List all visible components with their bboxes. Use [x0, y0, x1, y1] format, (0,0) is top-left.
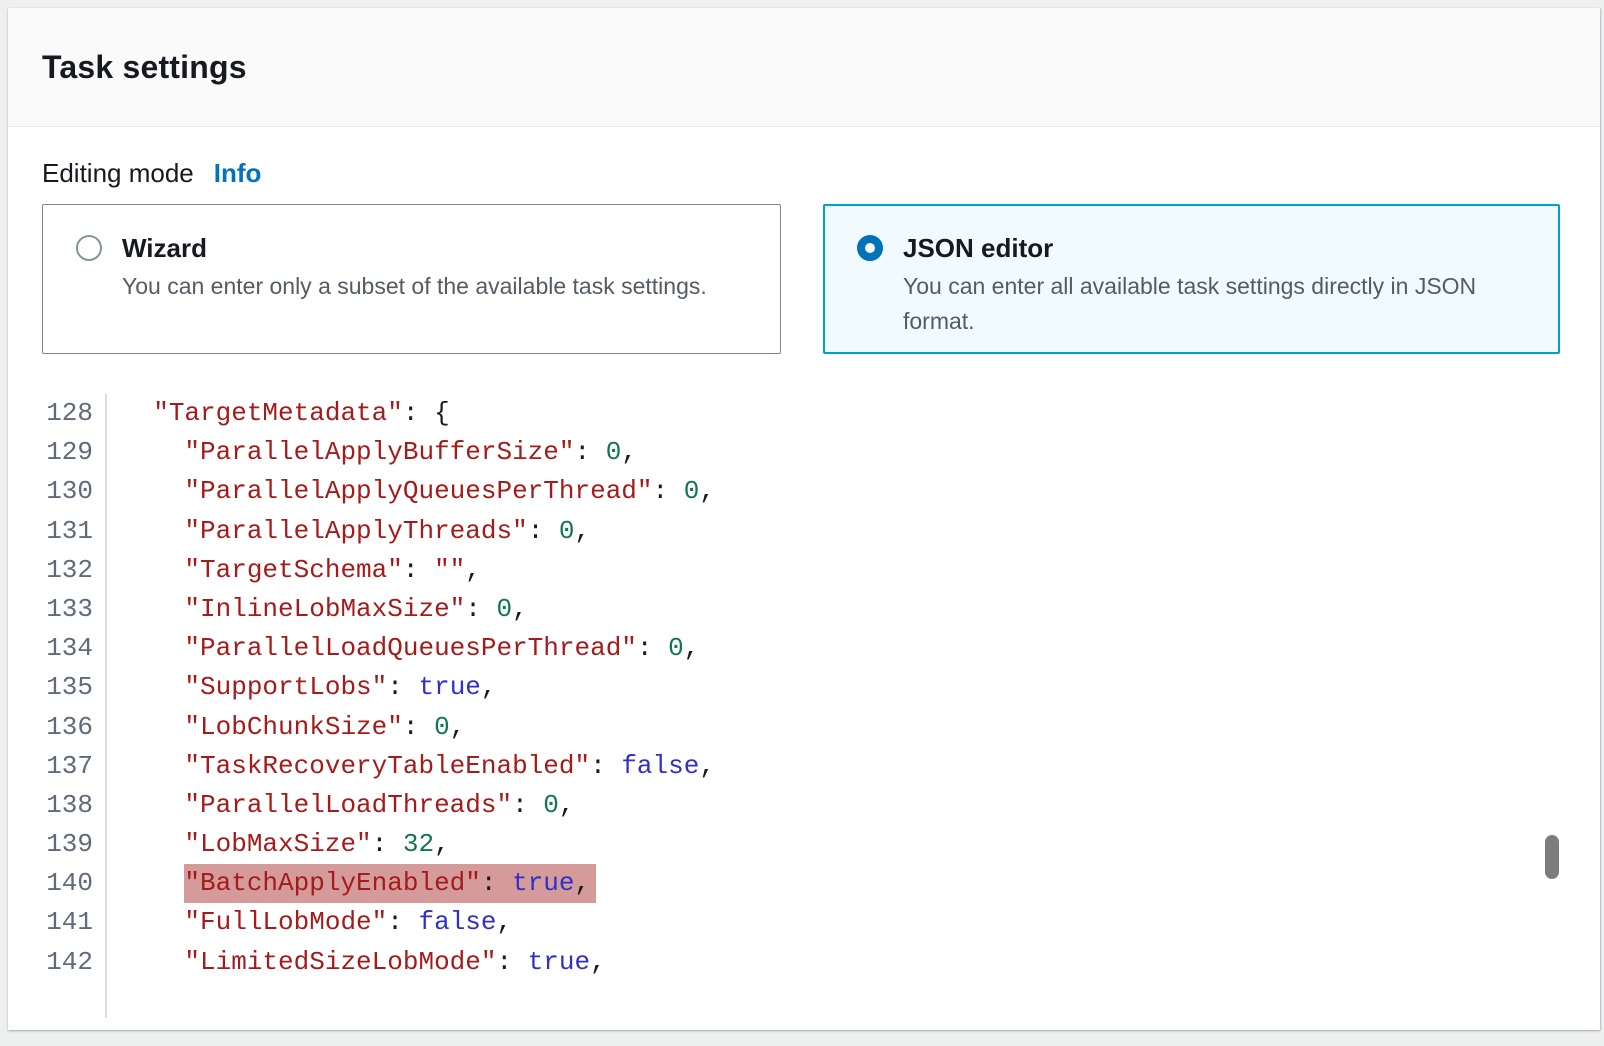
line-number: 138	[42, 786, 105, 825]
wizard-option-description: You can enter only a subset of the avail…	[122, 269, 707, 304]
code-text[interactable]: "ParallelApplyBufferSize": 0,	[105, 433, 637, 472]
panel-header: Task settings	[8, 8, 1600, 127]
line-number: 132	[42, 551, 105, 590]
editing-mode-row: Editing mode Info	[42, 158, 1568, 189]
line-number: 139	[42, 825, 105, 864]
scrollbar-thumb[interactable]	[1545, 835, 1559, 879]
code-line[interactable]: 138 "ParallelLoadThreads": 0,	[42, 786, 1568, 825]
code-text[interactable]: "ParallelApplyThreads": 0,	[105, 512, 590, 551]
panel-content: Editing mode Info Wizard You can enter o…	[8, 158, 1600, 1018]
code-line[interactable]: 129 "ParallelApplyBufferSize": 0,	[42, 433, 1568, 472]
editing-mode-options: Wizard You can enter only a subset of th…	[42, 204, 1568, 354]
code-text[interactable]: "ParallelLoadQueuesPerThread": 0,	[105, 629, 699, 668]
code-text[interactable]: "TargetSchema": "",	[105, 551, 481, 590]
code-line[interactable]: 137 "TaskRecoveryTableEnabled": false,	[42, 747, 1568, 786]
json-editor-option-description: You can enter all available task setting…	[903, 269, 1523, 339]
line-number: 136	[42, 708, 105, 747]
code-text[interactable]: "LobMaxSize": 32,	[105, 825, 450, 864]
json-editor-option-card[interactable]: JSON editor You can enter all available …	[823, 204, 1560, 354]
code-line[interactable]: 128 "TargetMetadata": {	[42, 394, 1568, 433]
line-number: 142	[42, 943, 105, 982]
wizard-option-card[interactable]: Wizard You can enter only a subset of th…	[42, 204, 781, 354]
line-number: 129	[42, 433, 105, 472]
line-number: 141	[42, 903, 105, 942]
json-editor-option-title: JSON editor	[903, 231, 1523, 265]
info-link[interactable]: Info	[214, 158, 262, 189]
code-text[interactable]: "ParallelLoadThreads": 0,	[105, 786, 575, 825]
highlighted-code[interactable]: "BatchApplyEnabled": true,	[184, 864, 596, 903]
code-line[interactable]: 135 "SupportLobs": true,	[42, 668, 1568, 707]
code-line[interactable]: 139 "LobMaxSize": 32,	[42, 825, 1568, 864]
gutter-divider	[105, 394, 107, 1018]
code-text[interactable]: "SupportLobs": true,	[105, 668, 497, 707]
code-line[interactable]: 140 "BatchApplyEnabled": true,	[42, 864, 1568, 903]
code-text[interactable]: "LimitedSizeLobMode": true,	[105, 943, 606, 982]
line-number: 128	[42, 394, 105, 433]
code-text[interactable]: "FullLobMode": false,	[105, 903, 512, 942]
code-text[interactable]: "InlineLobMaxSize": 0,	[105, 590, 528, 629]
code-line[interactable]: 130 "ParallelApplyQueuesPerThread": 0,	[42, 472, 1568, 511]
line-number: 137	[42, 747, 105, 786]
code-text[interactable]: "TargetMetadata": {	[105, 394, 450, 433]
code-line[interactable]: 131 "ParallelApplyThreads": 0,	[42, 512, 1568, 551]
line-number: 134	[42, 629, 105, 668]
editing-mode-label: Editing mode	[42, 158, 194, 189]
task-settings-panel: Task settings Editing mode Info Wizard Y…	[8, 8, 1600, 1030]
code-line[interactable]: 132 "TargetSchema": "",	[42, 551, 1568, 590]
wizard-option-title: Wizard	[122, 231, 707, 265]
line-number: 135	[42, 668, 105, 707]
code-text[interactable]: "TaskRecoveryTableEnabled": false,	[105, 747, 715, 786]
code-line[interactable]: 142 "LimitedSizeLobMode": true,	[42, 943, 1568, 982]
code-text[interactable]: "BatchApplyEnabled": true,	[105, 864, 596, 903]
code-line[interactable]: 136 "LobChunkSize": 0,	[42, 708, 1568, 747]
json-editor-radio-button[interactable]	[857, 235, 883, 261]
line-number: 140	[42, 864, 105, 903]
line-number: 133	[42, 590, 105, 629]
wizard-radio-button[interactable]	[76, 235, 102, 261]
code-line[interactable]: 134 "ParallelLoadQueuesPerThread": 0,	[42, 629, 1568, 668]
code-line[interactable]: 133 "InlineLobMaxSize": 0,	[42, 590, 1568, 629]
json-code-editor[interactable]: 128 "TargetMetadata": {129 "ParallelAppl…	[42, 394, 1568, 1018]
code-text[interactable]: "ParallelApplyQueuesPerThread": 0,	[105, 472, 715, 511]
code-text[interactable]: "LobChunkSize": 0,	[105, 708, 465, 747]
line-number: 131	[42, 512, 105, 551]
line-number: 130	[42, 472, 105, 511]
panel-title: Task settings	[42, 49, 247, 86]
code-line[interactable]: 141 "FullLobMode": false,	[42, 903, 1568, 942]
